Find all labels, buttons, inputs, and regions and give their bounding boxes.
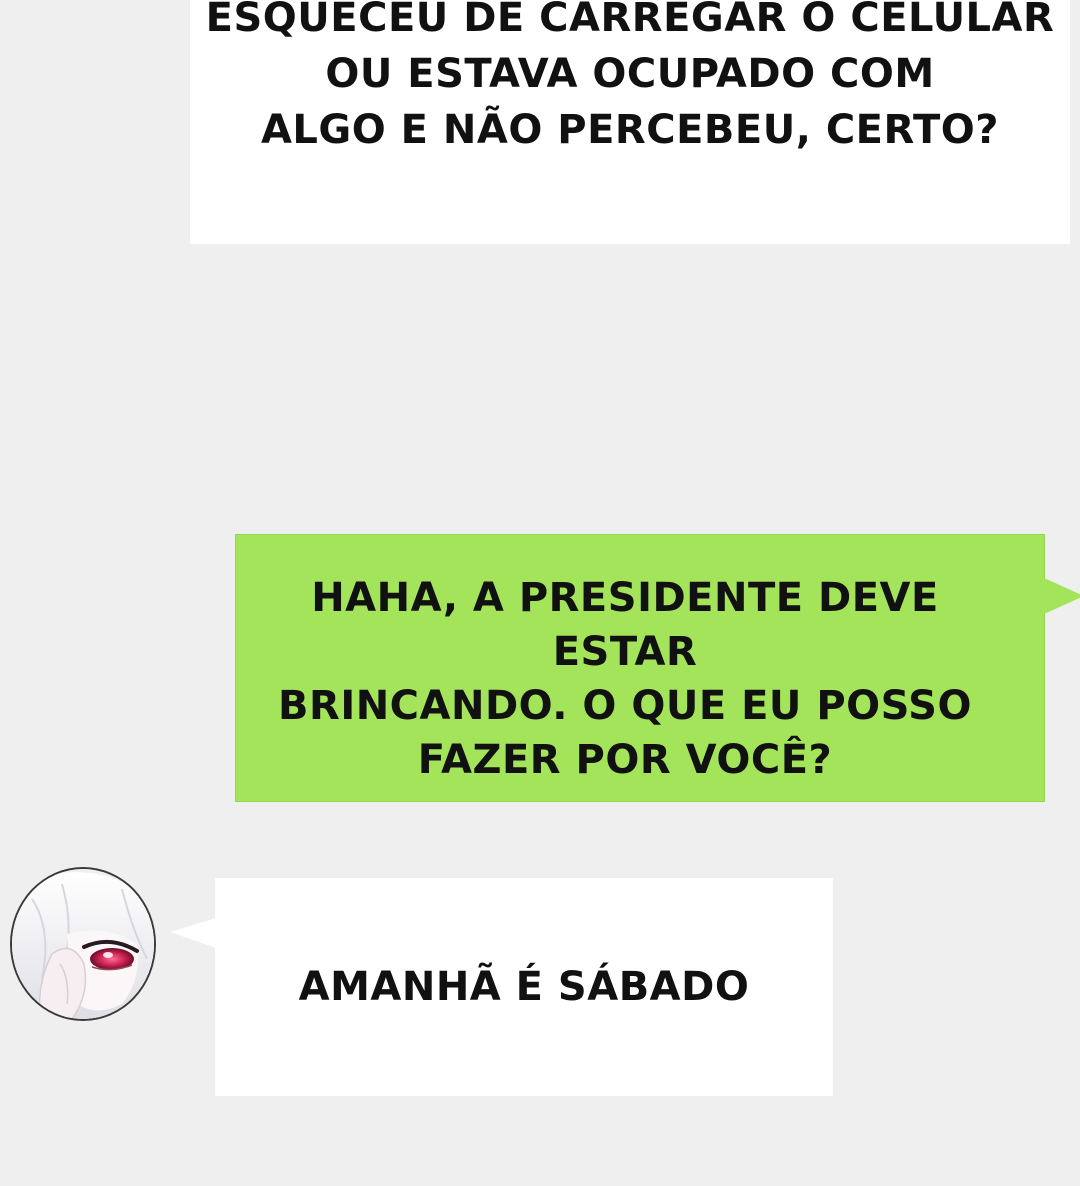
incoming-message-bubble: AMANHÃ É SÁBADO [215, 878, 833, 1096]
outgoing-bubble-tail [1044, 578, 1080, 614]
message-text: HAHA, A PRESIDENTE DEVE ESTAR BRINCANDO.… [278, 575, 972, 783]
avatar-icon [12, 869, 154, 1019]
contact-avatar[interactable] [10, 867, 156, 1021]
message-text: ESQUECEU DE CARREGAR O CELULAR OU ESTAVA… [205, 0, 1055, 153]
message-text: AMANHÃ É SÁBADO [298, 964, 750, 1010]
incoming-message-bubble: ESQUECEU DE CARREGAR O CELULAR OU ESTAVA… [190, 0, 1070, 244]
incoming-bubble-tail [170, 918, 216, 948]
outgoing-message-bubble: HAHA, A PRESIDENTE DEVE ESTAR BRINCANDO.… [235, 534, 1045, 802]
